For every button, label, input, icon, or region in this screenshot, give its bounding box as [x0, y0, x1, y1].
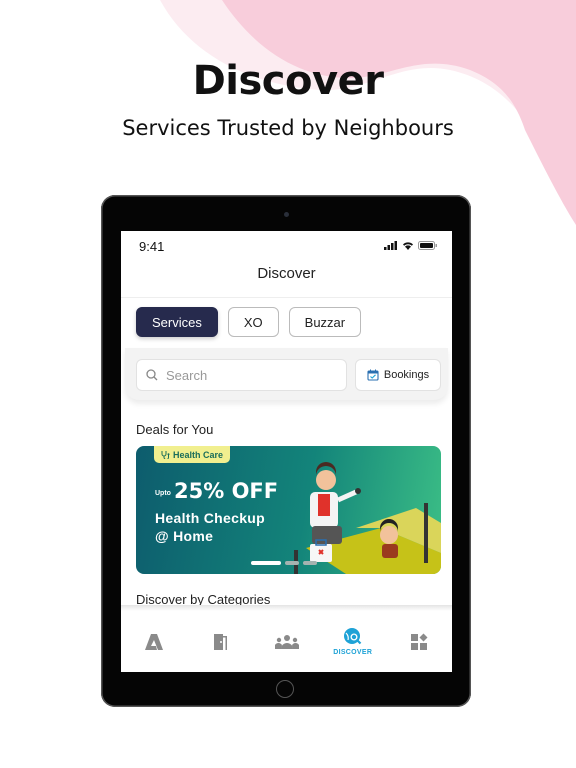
upto-label: Upto [155, 490, 171, 497]
more-apps-icon [410, 633, 428, 650]
tab-services[interactable]: Services [136, 307, 218, 337]
battery-icon [418, 241, 437, 250]
calendar-check-icon [367, 369, 379, 381]
tab-buzzar[interactable]: Buzzar [288, 307, 362, 337]
search-input[interactable] [164, 366, 328, 384]
carousel-indicator [251, 561, 317, 565]
tabbar-item-community[interactable] [253, 611, 319, 672]
stethoscope-icon [161, 451, 170, 459]
divider [121, 297, 452, 298]
tablet-device-frame: 9:41 Discover Services XO Buzzar Booking… [101, 195, 471, 707]
tab-xo[interactable]: XO [227, 307, 279, 337]
search-panel: Bookings [125, 348, 448, 400]
carousel-dot-active[interactable] [251, 561, 281, 565]
tabbar-label-discover: DISCOVER [333, 649, 373, 656]
app-screen: 9:41 Discover Services XO Buzzar Booking… [121, 231, 452, 672]
status-time: 9:41 [139, 239, 165, 254]
tabbar-item-more[interactable] [386, 611, 452, 672]
hero-title: Discover [192, 58, 384, 104]
tabbar-item-home[interactable] [121, 611, 187, 672]
community-icon [274, 634, 299, 649]
door-icon [214, 633, 228, 650]
signal-icon [384, 241, 397, 250]
hero-subtitle: Services Trusted by Neighbours [122, 116, 454, 140]
discount-label: 25% OFF [174, 479, 279, 503]
discover-icon [343, 628, 361, 645]
search-icon [146, 369, 158, 381]
tabbar-item-gate[interactable] [187, 611, 253, 672]
deals-title: Deals for You [136, 422, 214, 437]
wifi-icon [403, 242, 413, 250]
bookings-button[interactable]: Bookings [355, 359, 441, 391]
bottom-tab-bar: DISCOVER [121, 611, 452, 672]
category-badge: Health Care [154, 446, 231, 463]
segment-tabs: Services XO Buzzar [136, 307, 362, 337]
deal-line-1: Health Checkup [155, 510, 265, 526]
bookings-label: Bookings [383, 369, 430, 381]
carousel-dot[interactable] [303, 561, 317, 565]
search-box[interactable] [136, 359, 347, 391]
nav-title: Discover [257, 265, 316, 282]
home-button[interactable] [276, 680, 294, 698]
app-logo-icon [145, 633, 164, 650]
badge-label: Health Care [173, 449, 224, 460]
deal-banner[interactable]: Health Care Upto 25% OFF Health Checkup … [136, 446, 441, 574]
status-bar: 9:41 [121, 231, 452, 259]
doctor-patient-illustration [294, 462, 441, 574]
tabbar-item-discover[interactable]: DISCOVER [320, 611, 386, 672]
carousel-dot[interactable] [285, 561, 299, 565]
status-icons [384, 241, 438, 250]
deal-line-2: @ Home [155, 528, 214, 544]
camera-icon [284, 212, 289, 217]
